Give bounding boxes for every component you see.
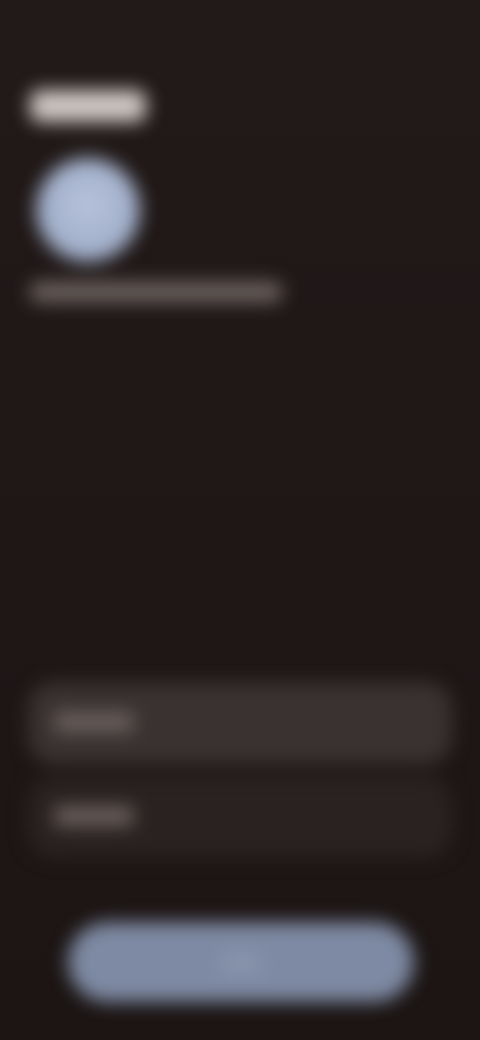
blurred-content: [0, 0, 480, 1040]
status-time: [36, 18, 136, 40]
option-row-1[interactable]: [28, 682, 452, 764]
status-indicators: [350, 20, 446, 38]
option-row-2[interactable]: [28, 776, 452, 858]
option-label-2: [54, 806, 134, 826]
avatar[interactable]: [36, 158, 140, 262]
account-text: [30, 282, 282, 302]
app-screen: [0, 0, 480, 1040]
page-title: [30, 90, 146, 122]
primary-action-button[interactable]: [68, 922, 414, 1002]
option-label-1: [54, 712, 134, 732]
primary-action-label: [221, 953, 261, 972]
